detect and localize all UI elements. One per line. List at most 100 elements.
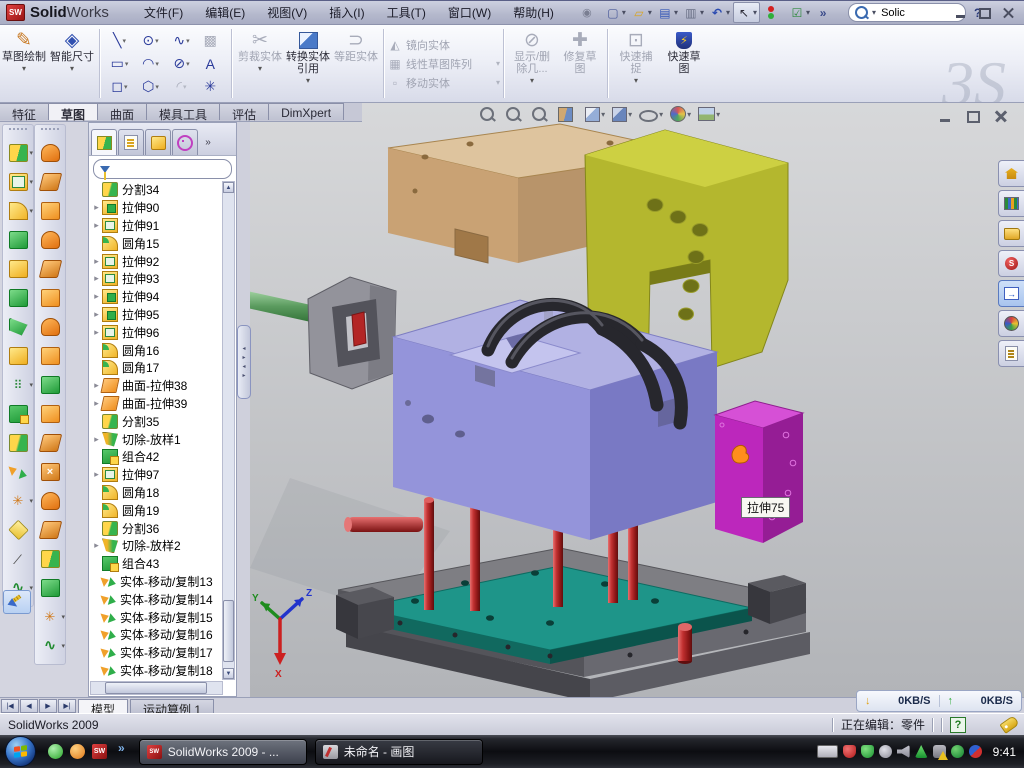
doc-close-button[interactable] <box>990 108 1012 125</box>
app-quicklaunch-icon[interactable] <box>70 744 85 759</box>
minimize-button[interactable] <box>950 5 971 21</box>
dropdown-caret-icon[interactable] <box>687 110 691 119</box>
swept-surface-icon[interactable] <box>35 138 65 167</box>
hide-show-items-icon[interactable] <box>639 106 663 122</box>
dropdown-caret-icon[interactable] <box>726 8 730 17</box>
design-check-icon[interactable]: ☑ <box>787 3 812 22</box>
circle-tool[interactable]: ⊙ <box>135 29 166 52</box>
new-document-icon[interactable]: ▢ <box>603 3 628 22</box>
sketch-fillet-tool[interactable]: ◜ <box>166 75 197 98</box>
network-warning-tray-icon[interactable] <box>933 745 946 758</box>
elbow-surface-icon[interactable] <box>35 428 65 457</box>
fillet-surface-icon[interactable] <box>35 544 65 573</box>
combine-icon[interactable] <box>3 399 33 428</box>
menu-item[interactable]: 帮助(H) <box>502 1 565 24</box>
graphics-viewport[interactable]: Y Z X <box>250 103 1024 697</box>
menu-item[interactable]: 插入(I) <box>318 1 375 24</box>
select-cursor-icon[interactable]: ↖ <box>733 2 760 23</box>
appearances-tab[interactable] <box>998 310 1024 337</box>
model-tab[interactable]: 运动算例 1 <box>130 699 214 713</box>
dropdown-caret-icon[interactable] <box>155 83 159 91</box>
dropdown-caret-icon[interactable] <box>716 110 720 119</box>
scrollbar-thumb[interactable] <box>223 600 234 662</box>
expand-arrow-icon[interactable] <box>91 469 102 480</box>
dropdown-caret-icon[interactable] <box>155 60 159 68</box>
model-clamp-block-left[interactable] <box>336 587 394 639</box>
tree-item[interactable]: 切除-放样2 <box>91 537 223 555</box>
expand-arrow-icon[interactable] <box>91 327 102 338</box>
toolbar-grip[interactable] <box>9 128 27 135</box>
tree-item[interactable]: 圆角16 <box>91 341 223 359</box>
tree-item[interactable]: 拉伸90 <box>91 199 223 217</box>
dropdown-caret-icon[interactable] <box>70 64 74 73</box>
close-button[interactable] <box>998 5 1019 21</box>
tree-item[interactable]: 切除-放样1 <box>91 430 223 448</box>
dropdown-caret-icon[interactable] <box>659 110 663 119</box>
pick-box-tool[interactable]: ▩ <box>197 29 228 52</box>
tree-filter-box[interactable] <box>93 159 232 179</box>
dropdown-caret-icon[interactable] <box>124 83 128 91</box>
tab-nav-button[interactable]: ▶| <box>58 699 76 713</box>
tree-item[interactable]: 拉伸92 <box>91 252 223 270</box>
tree-item[interactable]: 实体-移动/复制18 <box>91 662 223 680</box>
planar-surface-icon[interactable] <box>35 341 65 370</box>
dropdown-caret-icon[interactable] <box>628 110 632 119</box>
extruded-surface-icon[interactable] <box>35 196 65 225</box>
text-tool[interactable]: A <box>197 52 228 75</box>
restore-button[interactable] <box>974 5 995 21</box>
design-library-tab[interactable] <box>998 220 1024 247</box>
tree-item[interactable]: 拉伸95 <box>91 306 223 324</box>
tree-item[interactable]: 曲面-拉伸39 <box>91 395 223 413</box>
tab-nav-button[interactable]: ▶ <box>39 699 57 713</box>
tree-item[interactable]: 圆角19 <box>91 501 223 519</box>
shell-icon[interactable] <box>3 312 33 341</box>
dropdown-caret-icon[interactable] <box>61 613 65 621</box>
dropdown-caret-icon[interactable] <box>122 37 126 45</box>
pin-icon[interactable]: ◉ <box>577 3 602 22</box>
dropdown-caret-icon[interactable] <box>29 207 33 215</box>
command-tab[interactable]: DimXpert <box>268 103 344 120</box>
expand-arrow-icon[interactable] <box>91 256 102 267</box>
command-tab[interactable]: 评估 <box>219 103 269 120</box>
sketch-button[interactable]: ✎ 草图绘制 <box>0 25 48 102</box>
tree-item[interactable]: 拉伸94 <box>91 288 223 306</box>
pin-tray-icon[interactable] <box>915 745 928 758</box>
tree-item[interactable]: 拉伸93 <box>91 270 223 288</box>
revolved-surface-icon[interactable] <box>35 167 65 196</box>
hole-wizard-icon[interactable] <box>3 341 33 370</box>
split-icon[interactable] <box>3 428 33 457</box>
dropdown-caret-icon[interactable] <box>29 381 33 389</box>
dropdown-caret-icon[interactable] <box>125 60 129 68</box>
scrollbar-thumb[interactable] <box>105 682 207 694</box>
surf-point-icon[interactable]: ✳ <box>35 602 65 631</box>
tree-item[interactable]: 圆角17 <box>91 359 223 377</box>
tag-icon[interactable] <box>999 715 1019 734</box>
keyboard-tray-icon[interactable] <box>817 745 838 758</box>
tree-horizontal-scrollbar[interactable] <box>90 681 223 695</box>
dropdown-caret-icon[interactable] <box>648 8 652 17</box>
view-orientation-icon[interactable] <box>585 107 605 122</box>
home-tab[interactable] <box>998 160 1024 187</box>
offset-surface-icon[interactable] <box>35 312 65 341</box>
print-icon[interactable]: ▥ <box>681 3 706 22</box>
smart-dimension-button[interactable]: ◈ 智能尺寸 <box>48 25 96 102</box>
tree-item[interactable]: 实体-移动/复制13 <box>91 573 223 591</box>
dimxpert-manager-tab[interactable] <box>172 129 198 155</box>
tab-nav-button[interactable]: |◀ <box>1 699 19 713</box>
tree-item[interactable]: 组合42 <box>91 448 223 466</box>
appearance-icon[interactable] <box>670 106 691 122</box>
tree-item[interactable]: 实体-移动/复制16 <box>91 626 223 644</box>
expand-arrow-icon[interactable] <box>91 434 102 445</box>
search-caret-icon[interactable] <box>872 8 876 17</box>
tree-item[interactable]: 拉伸91 <box>91 217 223 235</box>
scene-icon[interactable] <box>698 107 720 121</box>
tree-item[interactable]: 圆角18 <box>91 484 223 502</box>
start-button[interactable] <box>5 736 36 767</box>
configuration-manager-tab[interactable] <box>145 129 171 155</box>
tree-item[interactable]: 组合43 <box>91 555 223 573</box>
surf-curve-icon[interactable]: ∿ <box>35 631 65 660</box>
command-tab[interactable]: 特征 <box>0 103 49 120</box>
spline-tool[interactable]: ∿ <box>166 29 197 52</box>
doc-restore-button[interactable] <box>962 108 984 125</box>
toolbar-grip[interactable] <box>41 128 59 135</box>
